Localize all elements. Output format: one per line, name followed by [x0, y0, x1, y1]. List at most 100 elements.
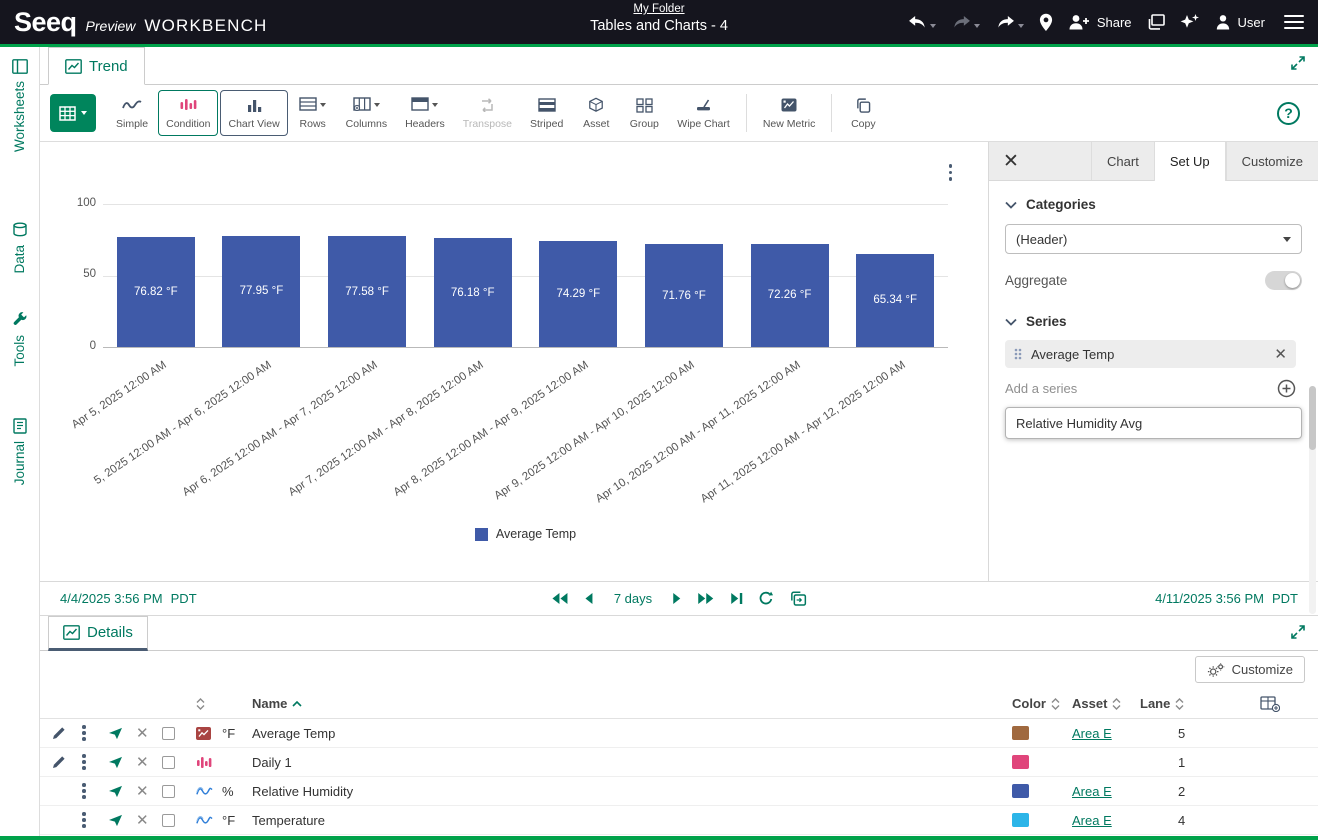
category-header-dropdown[interactable]: (Header) [1005, 224, 1302, 254]
row-checkbox[interactable] [162, 814, 175, 827]
item-name[interactable]: Relative Humidity [252, 784, 1012, 799]
striped-button[interactable]: Striped [522, 90, 571, 136]
chart-legend[interactable]: Average Temp [103, 527, 948, 541]
row-checkbox[interactable] [162, 727, 175, 740]
series-search-input[interactable] [1005, 407, 1302, 439]
panel-scrollbar[interactable] [1309, 386, 1316, 614]
scrollbar-thumb[interactable] [1309, 386, 1316, 450]
sidebar-item-worksheets[interactable]: Worksheets [0, 59, 39, 152]
color-swatch[interactable] [1012, 726, 1029, 740]
close-panel-icon[interactable]: ✕ [1003, 152, 1019, 171]
color-swatch[interactable] [1012, 784, 1029, 798]
sidebar-item-tools[interactable]: Tools [0, 312, 39, 367]
column-header-asset[interactable]: Asset [1072, 696, 1140, 711]
remove-item-icon[interactable]: ✕ [136, 726, 162, 741]
drag-handle-icon[interactable] [1014, 348, 1022, 360]
columns-button[interactable]: Columns [338, 90, 395, 136]
add-column-button[interactable] [1210, 696, 1318, 712]
copy-button[interactable]: Copy [840, 90, 886, 136]
seeq-logo[interactable]: Seeq Preview WORKBENCH [14, 7, 268, 38]
step-to-end-button[interactable] [730, 592, 743, 605]
row-menu-icon[interactable] [82, 725, 86, 741]
table-mode-button[interactable] [50, 94, 96, 132]
send-to-icon[interactable] [108, 756, 136, 769]
column-header-lane[interactable]: Lane [1140, 696, 1210, 711]
new-metric-button[interactable]: New Metric [755, 90, 824, 136]
categories-section-toggle[interactable]: Categories [1005, 197, 1302, 212]
chart-bar[interactable]: 72.26 °F [751, 244, 829, 347]
asset-link[interactable]: Area E [1072, 813, 1112, 828]
forward-share-button[interactable] [995, 15, 1024, 30]
expand-trend-button[interactable] [1290, 55, 1306, 76]
row-checkbox[interactable] [162, 785, 175, 798]
undo-caret-icon[interactable] [930, 24, 936, 28]
undo-button[interactable] [907, 15, 936, 30]
chart-bar[interactable]: 76.82 °F [117, 237, 195, 347]
chart-menu-button[interactable] [949, 164, 953, 181]
asset-link[interactable]: Area E [1072, 726, 1112, 741]
chart-bar[interactable]: 76.18 °F [434, 238, 512, 347]
row-checkbox[interactable] [162, 756, 175, 769]
redo-caret-icon[interactable] [974, 24, 980, 28]
chart-bar[interactable]: 71.76 °F [645, 244, 723, 347]
condition-button[interactable]: Condition [158, 90, 218, 136]
sidebar-item-data[interactable]: Data [0, 222, 39, 274]
send-to-icon[interactable] [108, 814, 136, 827]
series-item[interactable]: Average Temp ✕ [1005, 340, 1296, 368]
hamburger-menu-button[interactable] [1284, 15, 1304, 30]
panel-tab-chart[interactable]: Chart [1091, 142, 1154, 180]
item-name[interactable]: Temperature [252, 813, 1012, 828]
remove-item-icon[interactable]: ✕ [136, 813, 162, 828]
tab-trend[interactable]: Trend [48, 47, 145, 85]
redo-button[interactable] [951, 15, 980, 30]
item-name[interactable]: Average Temp [252, 726, 1012, 741]
asset-button[interactable]: Asset [573, 90, 619, 136]
transpose-button[interactable]: Transpose [455, 90, 520, 136]
send-to-icon[interactable] [108, 785, 136, 798]
range-start[interactable]: 4/4/2025 3:56 PM PDT [60, 591, 197, 606]
copy-range-button[interactable] [789, 591, 807, 606]
range-end[interactable]: 4/11/2025 3:56 PM PDT [1155, 591, 1298, 606]
group-button[interactable]: Group [621, 90, 667, 136]
remove-item-icon[interactable]: ✕ [136, 784, 162, 799]
duplicate-worksheet-button[interactable] [1147, 14, 1165, 30]
remove-item-icon[interactable]: ✕ [136, 755, 162, 770]
help-button[interactable]: ? [1277, 102, 1300, 125]
type-sort-button[interactable] [196, 698, 222, 710]
edit-pencil-icon[interactable] [52, 726, 82, 740]
step-back-fast-button[interactable] [551, 592, 569, 605]
share-button[interactable]: Share [1068, 14, 1132, 30]
chart-view-button[interactable]: Chart View [220, 90, 287, 136]
forward-caret-icon[interactable] [1018, 24, 1024, 28]
wipe-chart-button[interactable]: Wipe Chart [669, 90, 738, 136]
step-forward-button[interactable] [672, 592, 682, 605]
customize-details-button[interactable]: Customize [1195, 656, 1305, 683]
edit-pencil-icon[interactable] [52, 755, 82, 769]
add-series-button[interactable] [1277, 379, 1296, 398]
aggregate-toggle[interactable] [1265, 271, 1302, 290]
step-back-button[interactable] [584, 592, 594, 605]
column-header-color[interactable]: Color [1012, 696, 1072, 711]
step-forward-fast-button[interactable] [697, 592, 715, 605]
chart-bar[interactable]: 65.34 °F [856, 254, 934, 347]
asset-link[interactable]: Area E [1072, 784, 1112, 799]
location-button[interactable] [1039, 13, 1053, 32]
tab-details[interactable]: Details [48, 616, 148, 651]
chart-bar[interactable]: 77.58 °F [328, 236, 406, 347]
user-menu-button[interactable]: User [1215, 14, 1265, 30]
expand-details-button[interactable] [1290, 624, 1306, 645]
column-header-name[interactable]: Name [252, 696, 1012, 711]
color-swatch[interactable] [1012, 755, 1029, 769]
color-swatch[interactable] [1012, 813, 1029, 827]
series-section-toggle[interactable]: Series [1005, 314, 1302, 329]
ai-assistant-button[interactable] [1180, 13, 1200, 31]
headers-button[interactable]: Headers [397, 90, 453, 136]
refresh-button[interactable] [758, 591, 774, 606]
panel-tab-setup[interactable]: Set Up [1154, 142, 1226, 181]
item-name[interactable]: Daily 1 [252, 755, 1012, 770]
chart-bar[interactable]: 77.95 °F [222, 236, 300, 347]
breadcrumb-my-folder[interactable]: My Folder [590, 3, 728, 15]
remove-series-icon[interactable]: ✕ [1274, 347, 1287, 362]
row-menu-icon[interactable] [82, 783, 86, 799]
chart-bar[interactable]: 74.29 °F [539, 241, 617, 347]
